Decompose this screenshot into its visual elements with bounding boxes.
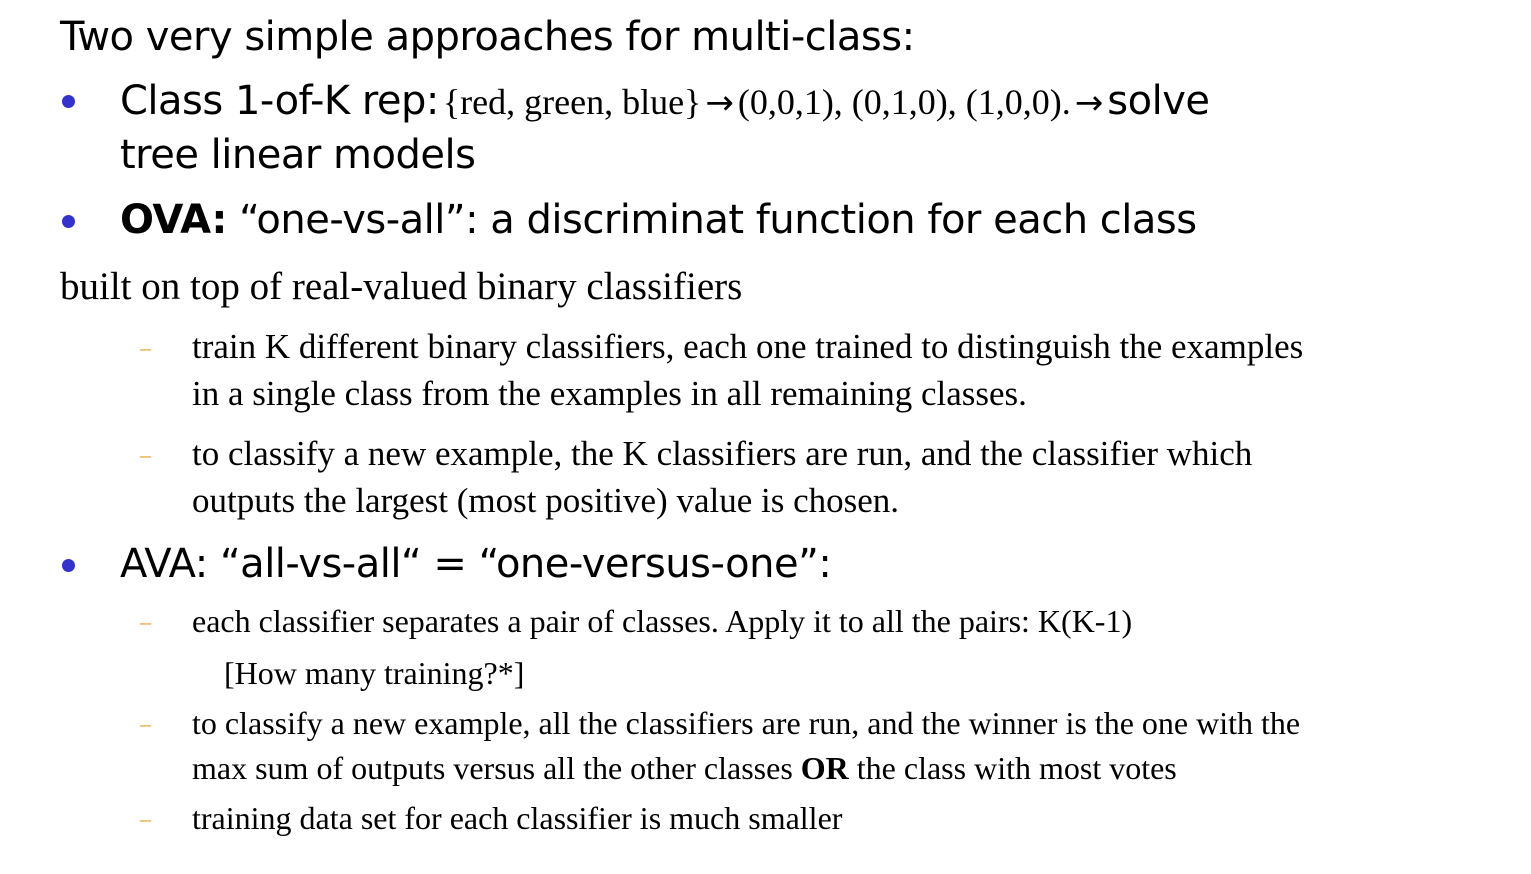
- ova-sub2-line2: outputs the largest (most positive) valu…: [192, 481, 900, 520]
- or-emphasis: OR: [800, 750, 849, 786]
- ava-sub2-line1: to classify a new example, all the class…: [192, 705, 1301, 741]
- ava-sub1-line2: [How many training?*]: [224, 655, 525, 691]
- dash-icon: –: [140, 806, 151, 831]
- ova-sub2-line1: to classify a new example, the K classif…: [192, 434, 1253, 473]
- ava-sub2-line2-b: the class with most votes: [856, 750, 1177, 786]
- bullet-icon: [62, 95, 75, 108]
- class1ofk-codes: (0,0,1), (0,1,0), (1,0,0).: [737, 82, 1071, 122]
- dash-icon: –: [140, 335, 151, 360]
- built-on-text: built on top of real-valued binary class…: [60, 265, 743, 308]
- dash-icon: –: [140, 711, 151, 736]
- class1ofk-set: {red, green, blue}: [442, 82, 702, 122]
- arrow-right-icon: →: [705, 83, 734, 123]
- bullet-icon: [62, 215, 75, 228]
- ova-text: “one-vs-all”: a discriminat function for…: [239, 197, 1197, 243]
- bullet-ava: AVA: “all-vs-all“ = “one-versus-one”:: [120, 541, 832, 587]
- dash-icon: –: [140, 609, 151, 634]
- bullet-icon: [62, 559, 75, 572]
- dash-icon: –: [140, 442, 151, 467]
- ova-label: OVA:: [120, 197, 227, 243]
- ova-sub1-line2: in a single class from the examples in a…: [192, 374, 1027, 413]
- ava-sub3-line1: training data set for each classifier is…: [192, 800, 843, 836]
- ava-sub2-line2-a: max sum of outputs versus all the other …: [192, 750, 793, 786]
- bullet-class1ofk: Class 1-of-K rep: {red, green, blue} → (…: [120, 78, 1210, 124]
- slide-title: Two very simple approaches for multi-cla…: [60, 14, 915, 60]
- bullet-ova: OVA: “one-vs-all”: a discriminat functio…: [120, 197, 1197, 243]
- class1ofk-line2: tree linear models: [120, 132, 476, 178]
- arrow-right-icon: →: [1074, 83, 1104, 123]
- ava-sub2-line2: max sum of outputs versus all the other …: [192, 750, 1177, 787]
- class1ofk-after: solve: [1107, 78, 1210, 124]
- ava-sub1-line1: each classifier separates a pair of clas…: [192, 603, 1133, 639]
- ova-sub1-line1: train K different binary classifiers, ea…: [192, 327, 1304, 366]
- class1ofk-label: Class 1-of-K rep:: [120, 78, 439, 124]
